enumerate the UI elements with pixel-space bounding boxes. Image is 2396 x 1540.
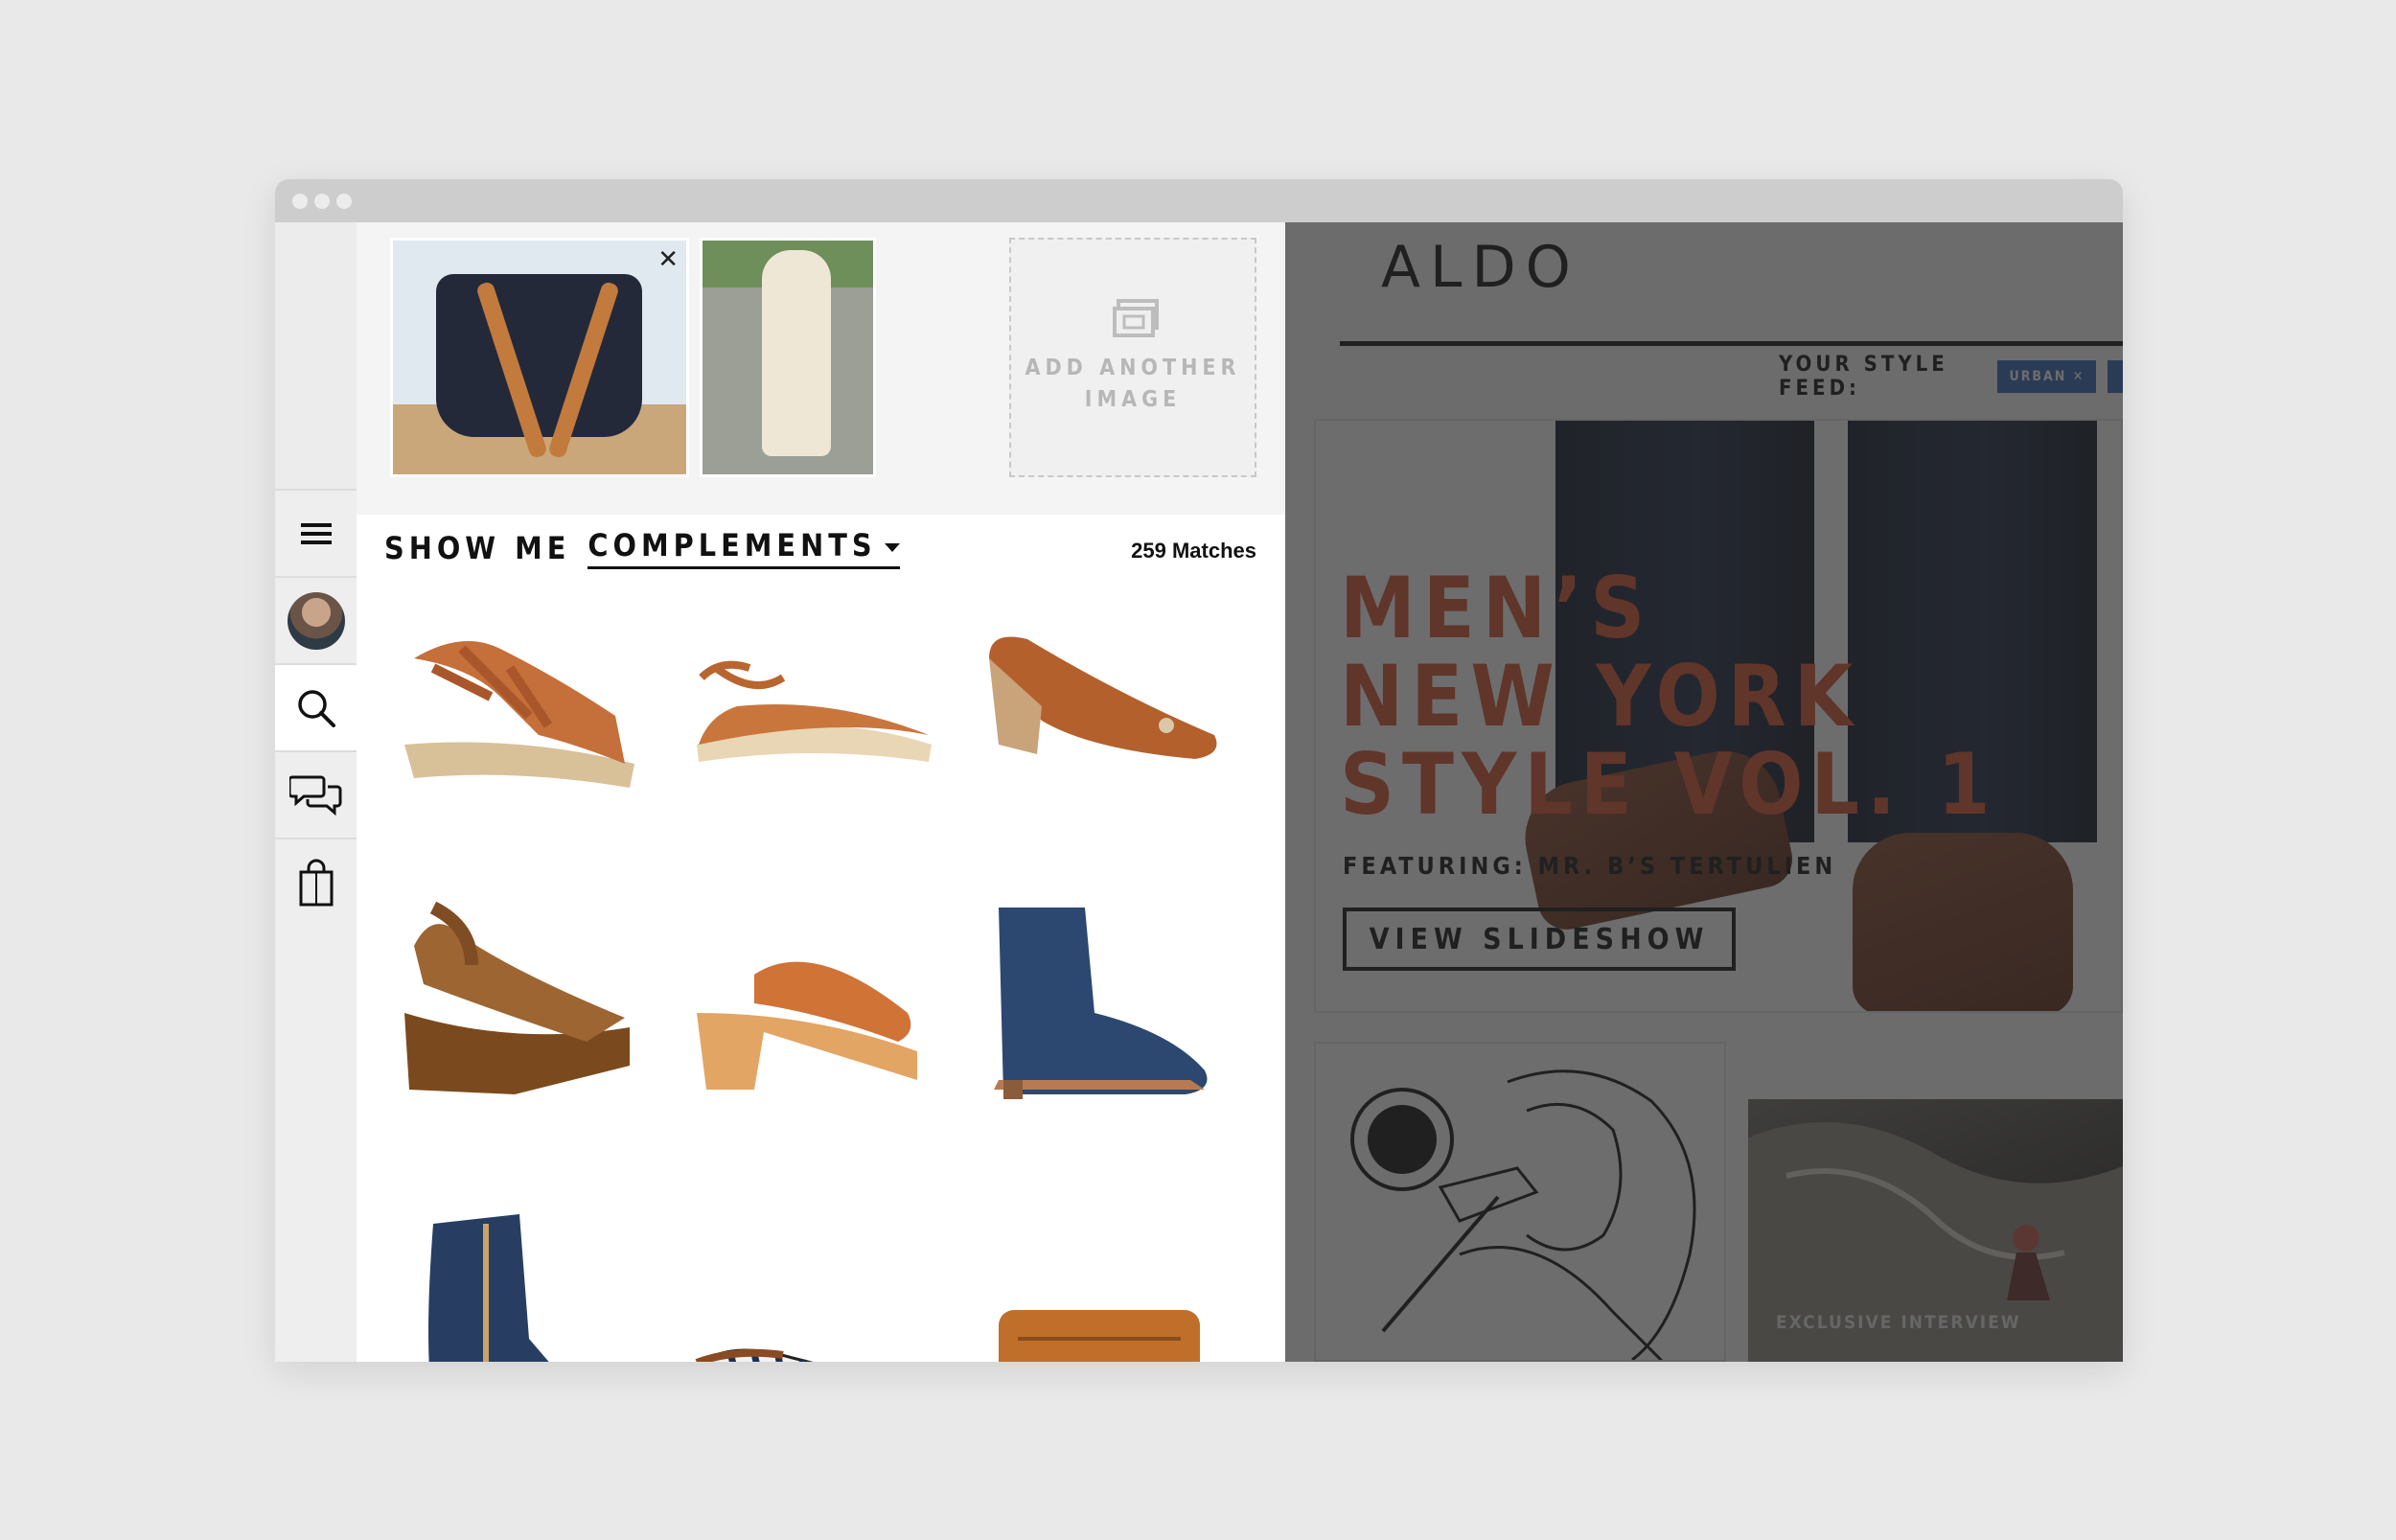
window-dot-2[interactable] — [314, 194, 330, 209]
sidebar-rail — [275, 222, 357, 1362]
hero-subtitle: FEATURING: MR. B’S TERTULIEN — [1343, 852, 1837, 880]
browser-window: ✕ ADD ANOTHER IMAGE SHOW ME COMPLEMENTS … — [275, 179, 2123, 1362]
remove-image-icon[interactable]: ✕ — [657, 246, 679, 271]
shopping-bag-button[interactable] — [275, 838, 357, 925]
sidebar-blank — [275, 222, 357, 489]
view-slideshow-button[interactable]: VIEW SLIDESHOW — [1343, 908, 1736, 971]
search-button[interactable] — [275, 663, 357, 750]
style-feed-label: YOUR STYLE FEED: — [1779, 353, 1948, 401]
filter-selected: COMPLEMENTS — [587, 527, 877, 563]
interview-caption: EXCLUSIVE INTERVIEW — [1776, 1312, 2021, 1333]
style-feed-bar: YOUR STYLE FEED: URBAN ✕ — [1779, 353, 2123, 401]
results-header: SHOW ME COMPLEMENTS 259 Matches — [357, 515, 1285, 601]
illustration-singer — [1350, 1069, 1696, 1360]
uploaded-image-bag[interactable]: ✕ — [390, 238, 689, 477]
product-wedge-pump[interactable] — [979, 601, 1248, 831]
search-icon — [297, 689, 335, 727]
avatar — [287, 591, 345, 650]
product-grid — [357, 601, 1285, 1362]
picture-icon — [1113, 299, 1159, 337]
model-shoe-right — [1853, 833, 2073, 1011]
interview-card[interactable]: EXCLUSIVE INTERVIEW — [1748, 1099, 2123, 1362]
chat-bubbles-icon — [288, 775, 341, 816]
app-body: ✕ ADD ANOTHER IMAGE SHOW ME COMPLEMENTS … — [275, 222, 2123, 1362]
hamburger-menu-icon — [300, 522, 332, 544]
product-clog-mule[interactable] — [687, 898, 956, 1128]
add-image-dropzone[interactable]: ADD ANOTHER IMAGE — [1009, 238, 1256, 477]
uploaded-images-strip: ✕ ADD ANOTHER IMAGE — [357, 222, 1285, 515]
product-leather-wallet[interactable] — [979, 1195, 1248, 1362]
window-dot-1[interactable] — [292, 194, 308, 209]
match-count: 259 Matches — [1131, 539, 1256, 563]
chat-button[interactable] — [275, 750, 357, 838]
feed-tag-next[interactable] — [2108, 360, 2123, 393]
window-dot-3[interactable] — [336, 194, 352, 209]
feed-tag-label: URBAN — [2009, 369, 2067, 384]
product-wedge-sandal[interactable] — [395, 601, 663, 831]
brand-divider — [1340, 341, 2123, 346]
uploaded-image-dress[interactable] — [700, 238, 876, 477]
filter-heading: SHOW ME COMPLEMENTS — [384, 515, 900, 582]
style-feed-panel: ALDO YOUR STYLE FEED: URBAN ✕ MEN’S NEW … — [1285, 222, 2123, 1362]
product-platform-wedge[interactable] — [395, 898, 663, 1128]
filter-prefix: SHOW ME — [384, 530, 571, 566]
product-striped-slip-on[interactable] — [687, 1195, 956, 1362]
add-image-label: ADD ANOTHER IMAGE — [1025, 356, 1241, 412]
title-bar — [275, 179, 2123, 222]
shopping-bag-icon — [299, 859, 333, 906]
product-suede-bootie[interactable] — [979, 898, 1248, 1128]
festival-illustration-card[interactable] — [1314, 1042, 1726, 1362]
remove-tag-icon[interactable]: ✕ — [2073, 369, 2085, 384]
product-espadrille-flat[interactable] — [687, 601, 956, 831]
product-navy-ankle-boot[interactable] — [395, 1195, 663, 1362]
profile-button[interactable] — [275, 576, 357, 663]
brand-logo[interactable]: ALDO — [1381, 234, 1580, 301]
hero-card: MEN’S NEW YORK STYLE VOL. 1 FEATURING: M… — [1314, 419, 2123, 1013]
caret-down-icon — [884, 542, 900, 552]
complements-panel: ✕ ADD ANOTHER IMAGE SHOW ME COMPLEMENTS … — [357, 222, 1285, 1362]
feed-tag-urban[interactable]: URBAN ✕ — [1997, 360, 2097, 393]
filter-dropdown[interactable]: COMPLEMENTS — [587, 527, 900, 569]
hero-title: MEN’S NEW YORK STYLE VOL. 1 — [1340, 559, 1998, 834]
menu-button[interactable] — [275, 489, 357, 576]
dress-picture — [762, 250, 831, 456]
